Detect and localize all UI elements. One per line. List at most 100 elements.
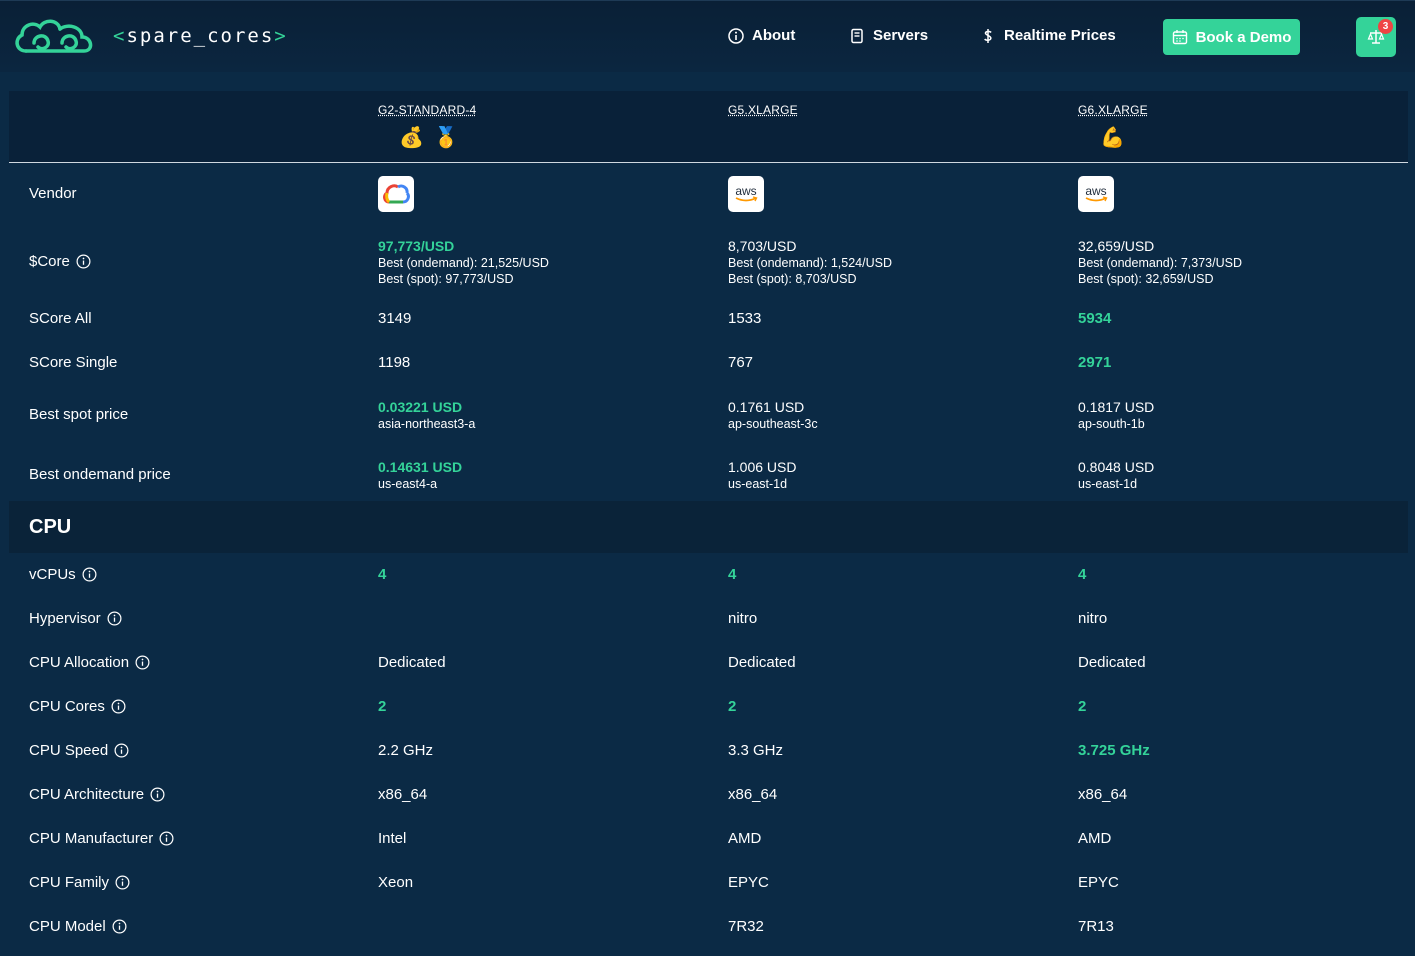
row-label: CPU Manufacturer — [29, 830, 174, 847]
table-cell: AMD — [1078, 830, 1112, 847]
info-icon[interactable] — [114, 743, 129, 758]
table-row: Best ondemand price 0.14631 USD us-east4… — [9, 445, 1408, 501]
price-value: 0.1761 USD — [728, 399, 805, 415]
info-icon[interactable] — [135, 655, 150, 670]
table-row: Best spot price 0.03221 USD asia-northea… — [9, 385, 1408, 445]
table-cell: x86_64 — [728, 786, 778, 803]
row-label: CPU Cores — [29, 698, 126, 715]
table-row: CPU Model 7R32 7R13 — [9, 905, 1408, 949]
price-zone: ap-south-1b — [1078, 417, 1145, 431]
row-label: Best ondemand price — [29, 466, 171, 483]
info-icon[interactable] — [111, 699, 126, 714]
table-row: CPU Family Xeon EPYC EPYC — [9, 861, 1408, 905]
score-spot: Best (spot): 32,659/USD — [1078, 272, 1214, 286]
score-spot: Best (spot): 97,773/USD — [378, 272, 514, 286]
table-row: SCore Single 1198 767 2971 — [9, 341, 1408, 385]
table-cell: 2 — [728, 698, 737, 715]
score-main: 97,773/USD — [378, 238, 455, 254]
info-icon[interactable] — [82, 567, 97, 582]
info-icon — [728, 27, 744, 44]
book-demo-label: Book a Demo — [1195, 28, 1292, 46]
section-header-cpu: CPU — [9, 501, 1408, 553]
brand-name[interactable]: <spare_cores> — [113, 25, 288, 47]
nav-realtime-prices-label: Realtime Prices — [1004, 27, 1116, 44]
price-cell: 0.8048 USD us-east-1d — [1078, 458, 1154, 492]
server-column-header[interactable]: G6.XLARGE — [1078, 103, 1148, 117]
dollar-icon — [984, 28, 992, 43]
aws-logo-icon[interactable]: aws — [1078, 176, 1114, 212]
table-cell: 1533 — [728, 310, 762, 327]
row-label: CPU Family — [29, 874, 130, 891]
price-zone: us-east-1d — [1078, 477, 1138, 491]
row-label-text: CPU Manufacturer — [29, 830, 154, 847]
price-zone: ap-southeast-3c — [728, 417, 818, 431]
price-value: 0.03221 USD — [378, 399, 463, 415]
server-column-header[interactable]: G2-STANDARD-4 — [378, 103, 476, 117]
calendar-icon — [1172, 30, 1187, 45]
table-cell: 4 — [728, 566, 737, 583]
row-label-text: vCPUs — [29, 566, 76, 583]
server-column-header[interactable]: G5.XLARGE — [728, 103, 798, 117]
table-cell: 4 — [1078, 566, 1087, 583]
table-cell: Intel — [378, 830, 407, 847]
row-label: SCore Single — [29, 354, 118, 371]
row-label: CPU Model — [29, 918, 127, 935]
table-cell: 2 — [1078, 698, 1087, 715]
price-value: 0.1817 USD — [1078, 399, 1155, 415]
table-cell: 5934 — [1078, 310, 1112, 327]
nav-realtime-prices[interactable]: Realtime Prices — [980, 27, 1116, 44]
aws-logo-text: aws — [735, 184, 756, 198]
score-cell: 97,773/USD Best (ondemand): 21,525/USD B… — [378, 237, 549, 287]
row-label: vCPUs — [29, 566, 97, 583]
table-cell: x86_64 — [1078, 786, 1128, 803]
table-header-row: G2-STANDARD-4 💰 🥇 G5.XLARGE G6.XLARGE 💪 — [9, 91, 1408, 163]
score-cell: 8,703/USD Best (ondemand): 1,524/USD Bes… — [728, 237, 892, 287]
google-cloud-logo-icon[interactable] — [378, 176, 414, 212]
table-row: CPU Manufacturer Intel AMD AMD — [9, 817, 1408, 861]
score-ondemand: Best (ondemand): 21,525/USD — [378, 256, 549, 270]
score-ondemand: Best (ondemand): 1,524/USD — [728, 256, 892, 270]
price-zone: us-east4-a — [378, 477, 438, 491]
nav-about-label: About — [752, 27, 796, 44]
table-row: $Core 97,773/USD Best (ondemand): 21,525… — [9, 225, 1408, 297]
money-bag-icon: 💰 — [399, 127, 424, 149]
flexed-biceps-icon: 💪 — [1100, 127, 1125, 149]
table-cell: 3149 — [378, 310, 412, 327]
table-cell: 2 — [378, 698, 387, 715]
nav-servers[interactable]: Servers — [849, 27, 928, 44]
spare-cores-logo-icon[interactable] — [12, 17, 96, 57]
section-title: CPU — [29, 516, 72, 538]
table-cell: Dedicated — [728, 654, 796, 671]
table-cell: Xeon — [378, 874, 414, 891]
aws-logo-icon[interactable]: aws — [728, 176, 764, 212]
table-cell: EPYC — [1078, 874, 1119, 891]
row-label-text: Hypervisor — [29, 610, 101, 627]
table-row: vCPUs 4 4 4 — [9, 553, 1408, 597]
score-spot: Best (spot): 8,703/USD — [728, 272, 857, 286]
brand-bracket-close: > — [274, 25, 288, 47]
brand-text: spare_cores — [126, 25, 275, 47]
table-cell: 2971 — [1078, 354, 1112, 371]
info-icon[interactable] — [115, 875, 130, 890]
table-cell: nitro — [728, 610, 758, 627]
server-badges: 💪 — [1100, 125, 1125, 150]
info-icon[interactable] — [150, 787, 165, 802]
info-icon[interactable] — [159, 831, 174, 846]
server-icon — [851, 28, 863, 43]
table-cell: Dedicated — [1078, 654, 1146, 671]
book-demo-button[interactable]: Book a Demo — [1163, 19, 1300, 55]
server-comparison-table: G2-STANDARD-4 💰 🥇 G5.XLARGE G6.XLARGE 💪 … — [9, 91, 1408, 949]
score-main: 32,659/USD — [1078, 238, 1155, 254]
table-cell: EPYC — [728, 874, 769, 891]
info-icon[interactable] — [107, 611, 122, 626]
brand-bracket-open: < — [113, 25, 127, 47]
table-cell: nitro — [1078, 610, 1108, 627]
score-main: 8,703/USD — [728, 238, 797, 254]
table-cell: 7R13 — [1078, 918, 1114, 935]
nav-about[interactable]: About — [728, 27, 795, 44]
info-icon[interactable] — [112, 919, 127, 934]
score-cell: 32,659/USD Best (ondemand): 7,373/USD Be… — [1078, 237, 1242, 287]
row-label-text: CPU Family — [29, 874, 110, 891]
row-label: CPU Allocation — [29, 654, 150, 671]
info-icon[interactable] — [76, 254, 91, 269]
